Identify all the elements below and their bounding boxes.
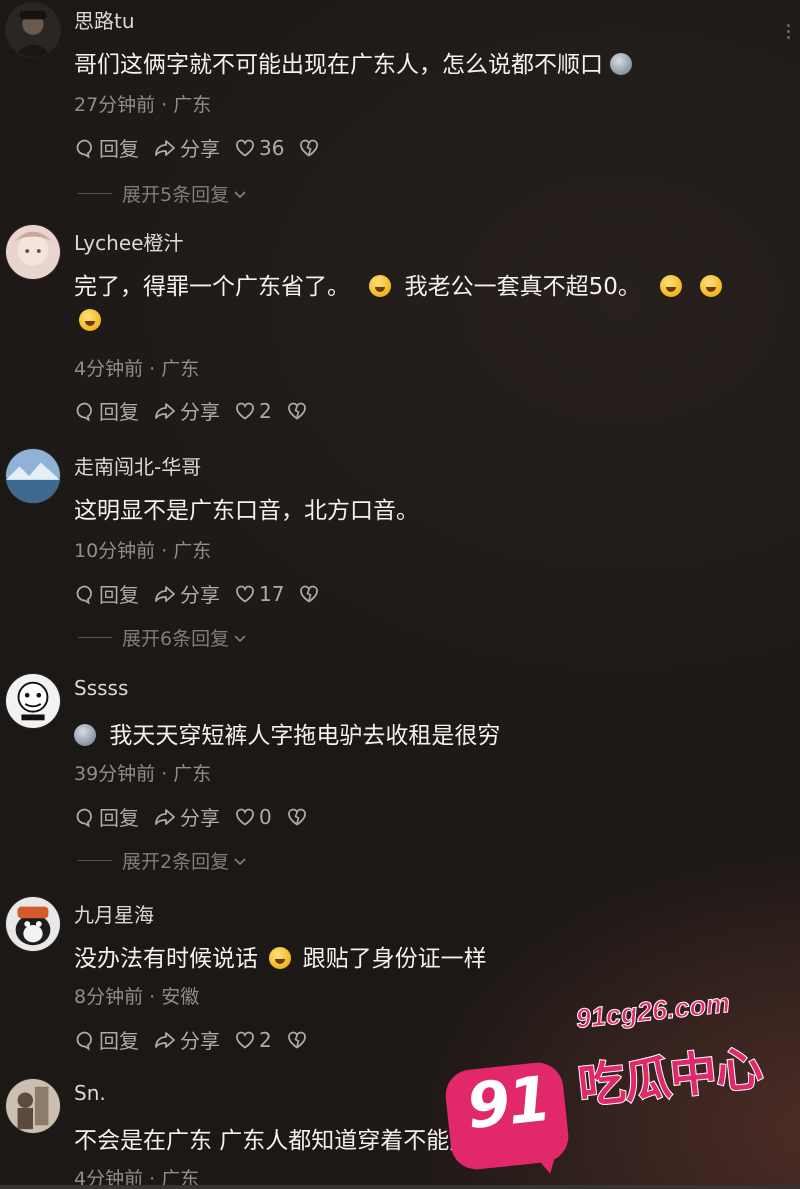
expand-replies-button[interactable]: 展开6条回复	[78, 624, 248, 651]
comment-bubble-icon	[76, 139, 92, 159]
laugh-cry-emoji-icon	[79, 309, 101, 331]
laugh-cry-emoji-icon	[699, 275, 722, 297]
username[interactable]: Sn.	[74, 1081, 106, 1105]
like-count: 0	[259, 804, 272, 829]
emoji-icon	[610, 53, 633, 75]
chevron-down-icon	[234, 857, 246, 865]
comment-meta: 27分钟前 · 广东	[74, 94, 212, 116]
divider	[78, 637, 112, 638]
dislike-button[interactable]	[286, 400, 311, 422]
heart-icon	[236, 402, 254, 420]
divider	[78, 193, 112, 194]
broken-heart-icon	[287, 1031, 306, 1049]
share-arrow-icon	[155, 808, 175, 825]
comment-bubble-icon	[76, 1031, 92, 1051]
share-button[interactable]: 分享	[153, 1025, 220, 1054]
share-button[interactable]: 分享	[153, 133, 220, 162]
comment-meta: 4分钟前 · 广东	[74, 358, 200, 380]
broken-heart-icon	[287, 402, 306, 420]
share-arrow-icon	[155, 585, 175, 602]
reply-button[interactable]: 回复	[74, 1025, 139, 1054]
heart-icon	[236, 808, 254, 826]
reply-button[interactable]: 回复	[74, 802, 139, 831]
avatar[interactable]	[5, 896, 61, 952]
heart-icon	[236, 1031, 254, 1049]
share-arrow-icon	[155, 139, 175, 156]
watermark-number: 91	[463, 1061, 553, 1144]
expand-replies-button[interactable]: 展开5条回复	[78, 180, 248, 207]
comment-meta: 10分钟前 · 广东	[74, 540, 212, 562]
broken-heart-icon	[300, 139, 319, 157]
more-options-icon[interactable]	[787, 24, 790, 39]
comment-bubble-icon	[76, 585, 92, 605]
watermark-name: 吃瓜中心	[575, 1040, 766, 1116]
heart-icon	[236, 139, 254, 157]
reply-button[interactable]: 回复	[74, 396, 139, 425]
like-count: 36	[259, 135, 285, 160]
username[interactable]: Lychee橙汁	[74, 227, 183, 256]
like-button[interactable]: 17	[234, 582, 284, 606]
watermark-logo: 91 91cg26.com 吃瓜中心	[440, 987, 780, 1180]
username[interactable]: 走南闯北-华哥	[74, 451, 201, 480]
laugh-cry-emoji-icon	[660, 275, 683, 297]
comment-text: 完了，得罪一个广东省了。 我老公一套真不超50。	[74, 270, 774, 350]
reply-button[interactable]: 回复	[74, 579, 139, 608]
laugh-tilt-emoji-icon	[269, 947, 292, 969]
comment-actions: 回复 分享 36	[74, 133, 337, 162]
comment-text: 没办法有时候说话 跟贴了身份证一样	[74, 946, 487, 972]
avatar[interactable]	[5, 224, 61, 280]
username[interactable]: Sssss	[74, 676, 128, 700]
like-count: 2	[259, 1027, 272, 1052]
expand-replies-button[interactable]: 展开2条回复	[78, 847, 248, 874]
comment-text: 这明显不是广东口音，北方口音。	[74, 498, 419, 524]
laugh-cry-emoji-icon	[369, 275, 392, 297]
divider	[78, 860, 112, 861]
comment-bubble-icon	[76, 402, 92, 422]
like-button[interactable]: 36	[234, 136, 284, 160]
like-count: 2	[259, 398, 272, 423]
avatar[interactable]	[5, 1078, 61, 1134]
broken-heart-icon	[300, 585, 319, 603]
broken-heart-icon	[287, 808, 306, 826]
like-count: 17	[259, 581, 285, 606]
comment-text: 我天天穿短裤人字拖电驴去收租是很穷	[74, 719, 774, 753]
avatar[interactable]	[5, 673, 61, 729]
dislike-button[interactable]	[286, 1029, 311, 1051]
comment-list-page: 思路tu 哥们这俩字就不可能出现在广东人，怎么说都不顺口 27分钟前 · 广东 …	[0, 0, 800, 1189]
comment-bubble-icon	[76, 808, 92, 828]
comment-meta: 8分钟前 · 安徽	[74, 986, 200, 1008]
username[interactable]: 九月星海	[74, 899, 154, 928]
comment-actions: 回复 分享 2	[74, 396, 325, 425]
share-arrow-icon	[155, 402, 175, 419]
avatar[interactable]	[5, 448, 61, 504]
cat-sticker-icon	[74, 724, 96, 746]
bottom-edge	[0, 1185, 800, 1189]
share-button[interactable]: 分享	[153, 579, 220, 608]
dislike-button[interactable]	[298, 583, 323, 605]
comment-text: 哥们这俩字就不可能出现在广东人，怎么说都不顺口	[74, 48, 774, 82]
heart-icon	[236, 585, 254, 603]
like-button[interactable]: 2	[234, 399, 272, 423]
comment-actions: 回复 分享 17	[74, 579, 337, 608]
avatar[interactable]	[5, 2, 61, 58]
dislike-button[interactable]	[298, 137, 323, 159]
chevron-down-icon	[234, 634, 246, 642]
reply-button[interactable]: 回复	[74, 133, 139, 162]
share-button[interactable]: 分享	[153, 802, 220, 831]
comment-actions: 回复 分享 2	[74, 1025, 325, 1054]
dislike-button[interactable]	[286, 806, 311, 828]
username[interactable]: 思路tu	[74, 5, 135, 34]
share-arrow-icon	[155, 1031, 175, 1048]
share-button[interactable]: 分享	[153, 396, 220, 425]
chevron-down-icon	[234, 190, 246, 198]
comment-actions: 回复 分享 0	[74, 802, 325, 831]
comment-meta: 39分钟前 · 广东	[74, 763, 212, 785]
watermark-url: 91cg26.com	[574, 987, 732, 1034]
like-button[interactable]: 0	[234, 805, 272, 829]
like-button[interactable]: 2	[234, 1028, 272, 1052]
